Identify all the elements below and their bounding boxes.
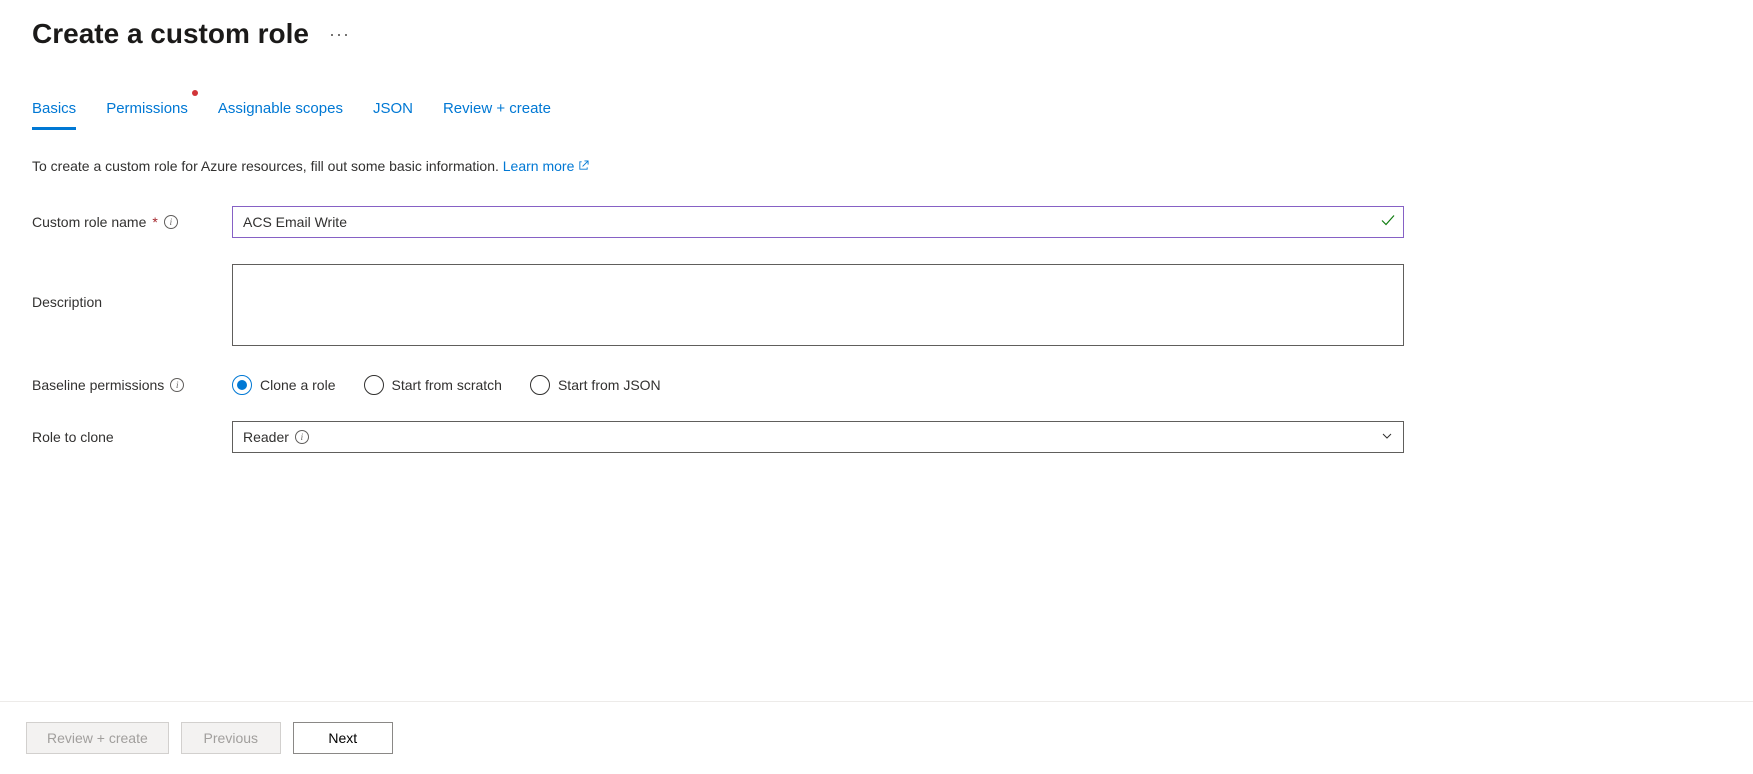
role-name-input[interactable] — [232, 206, 1404, 238]
radio-start-scratch[interactable]: Start from scratch — [364, 375, 502, 395]
radio-icon — [530, 375, 550, 395]
info-icon: i — [295, 430, 309, 444]
role-to-clone-label: Role to clone — [32, 429, 114, 445]
tab-assignable-scopes[interactable]: Assignable scopes — [218, 92, 343, 130]
review-create-button: Review + create — [26, 722, 169, 754]
tab-json[interactable]: JSON — [373, 92, 413, 130]
radio-label: Start from JSON — [558, 377, 661, 393]
radio-label: Clone a role — [260, 377, 336, 393]
description-label: Description — [32, 294, 102, 310]
tab-label: Assignable scopes — [218, 100, 343, 117]
previous-button: Previous — [181, 722, 281, 754]
tab-label: Basics — [32, 100, 76, 117]
baseline-label: Baseline permissions — [32, 377, 164, 393]
tab-bar: Basics Permissions Assignable scopes JSO… — [0, 62, 1753, 130]
description-input[interactable] — [232, 264, 1404, 346]
role-to-clone-select[interactable]: Reader i — [232, 421, 1404, 453]
tab-review-create[interactable]: Review + create — [443, 92, 551, 130]
intro-text: To create a custom role for Azure resour… — [32, 158, 1721, 174]
select-value: Reader — [243, 429, 289, 445]
next-button[interactable]: Next — [293, 722, 393, 754]
tab-label: Review + create — [443, 100, 551, 117]
page-title: Create a custom role — [32, 18, 309, 50]
role-name-label: Custom role name — [32, 214, 146, 230]
learn-more-link[interactable]: Learn more — [503, 158, 590, 174]
radio-icon — [232, 375, 252, 395]
radio-start-json[interactable]: Start from JSON — [530, 375, 661, 395]
chevron-down-icon — [1381, 429, 1393, 445]
footer-bar: Review + create Previous Next — [0, 701, 1753, 774]
tab-label: JSON — [373, 100, 413, 117]
alert-dot-icon — [192, 90, 198, 96]
more-options-icon[interactable]: ··· — [329, 24, 350, 45]
tab-label: Permissions — [106, 100, 188, 117]
external-link-icon — [578, 158, 589, 174]
radio-label: Start from scratch — [392, 377, 502, 393]
baseline-radio-group: Clone a role Start from scratch Start fr… — [232, 375, 1404, 395]
check-icon — [1380, 213, 1396, 232]
tab-basics[interactable]: Basics — [32, 92, 76, 130]
required-asterisk: * — [152, 214, 157, 230]
radio-clone-role[interactable]: Clone a role — [232, 375, 336, 395]
tab-permissions[interactable]: Permissions — [106, 92, 188, 130]
info-icon[interactable]: i — [164, 215, 178, 229]
radio-icon — [364, 375, 384, 395]
info-icon[interactable]: i — [170, 378, 184, 392]
